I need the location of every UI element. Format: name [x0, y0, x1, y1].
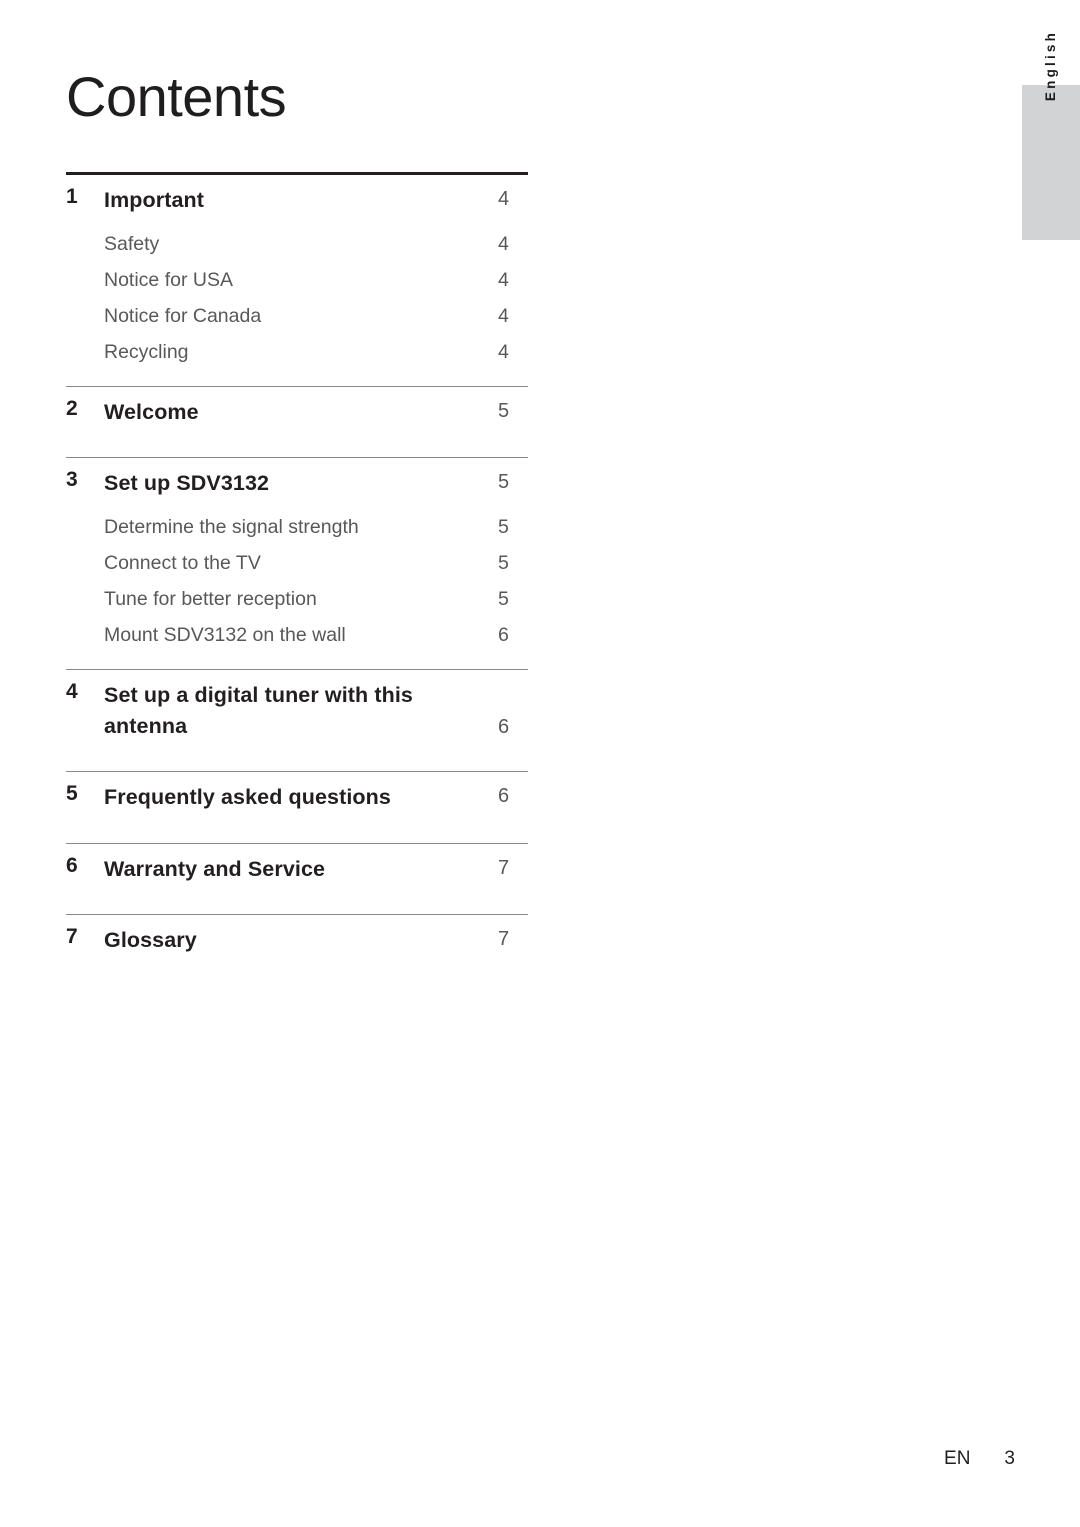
toc-subitem-page: 5	[498, 551, 509, 574]
toc-section-page: 7	[498, 856, 510, 879]
toc-subitem-row[interactable]: Tune for better reception 5	[66, 581, 528, 617]
toc-section-title: Frequently asked questions	[104, 785, 391, 810]
language-tab-label: English	[1043, 29, 1058, 102]
toc-section-page: 5	[498, 399, 510, 422]
toc-subitem-page: 5	[498, 588, 509, 611]
toc-section-page: 6	[498, 785, 510, 808]
toc-section-row[interactable]: 2 Welcome 5	[66, 387, 528, 438]
toc-subitem-list: Determine the signal strength 5 Connect to…	[66, 509, 528, 669]
toc-section-page: 6	[498, 715, 510, 738]
toc-subitem-title: Notice for Canada	[104, 304, 262, 327]
toc-section-number: 1	[66, 185, 78, 208]
toc-section-title: Important	[104, 188, 205, 212]
toc-subitem-row[interactable]: Safety 4	[66, 226, 528, 262]
table-of-contents: 1 Important 4 Safety 4 Notice for USA 4 Notice …	[66, 172, 528, 986]
toc-subitem-title: Determine the signal strength	[104, 515, 359, 538]
toc-subitem-title: Tune for better reception	[104, 588, 317, 611]
toc-subitem-row[interactable]: Determine the signal strength 5	[66, 509, 528, 545]
toc-section-row[interactable]: 1 Important 4	[66, 175, 528, 226]
page-title: Contents	[66, 65, 287, 128]
toc-subitem-row[interactable]: Notice for Canada 4	[66, 298, 528, 334]
toc-subitem-row[interactable]: Notice for USA 4	[66, 262, 528, 298]
toc-section-title: Set up SDV3132	[104, 471, 270, 496]
toc-section-row[interactable]: 7 Glossary 7	[66, 915, 528, 966]
toc-subitem-page: 4	[498, 232, 509, 255]
toc-section-page: 7	[498, 928, 510, 951]
toc-section-page: 4	[498, 188, 510, 210]
toc-section-number: 5	[66, 782, 78, 806]
page-footer: EN 3	[0, 1448, 1015, 1470]
toc-section-number: 6	[66, 853, 78, 877]
toc-subitem-page: 4	[498, 340, 509, 363]
toc-subitem-title: Mount SDV3132 on the wall	[104, 624, 346, 647]
toc-section-row[interactable]: 3 Set up SDV3132 5	[66, 458, 528, 509]
toc-section-group: 1 Important 4 Safety 4 Notice for USA 4 Notice …	[66, 175, 528, 386]
toc-subitem-row[interactable]: Connect to the TV 5	[66, 545, 528, 581]
toc-subitem-page: 4	[498, 268, 509, 291]
toc-section-group: 5 Frequently asked questions 6	[66, 772, 528, 843]
toc-section-group: 3 Set up SDV3132 5 Determine the signal str…	[66, 458, 528, 669]
toc-section-title: Warranty and Service	[104, 856, 326, 881]
toc-subitem-page: 6	[498, 624, 509, 647]
toc-section-group: 7 Glossary 7	[66, 915, 528, 986]
toc-section-row[interactable]: 6 Warranty and Service 7	[66, 844, 528, 895]
language-tab: English	[1022, 30, 1080, 240]
toc-section-number: 2	[66, 396, 78, 420]
toc-section-page: 5	[498, 471, 510, 494]
toc-subitem-title: Recycling	[104, 340, 189, 363]
toc-subitem-title: Safety	[104, 232, 160, 255]
toc-section-number: 3	[66, 468, 78, 492]
toc-subitem-row[interactable]: Mount SDV3132 on the wall 6	[66, 617, 528, 653]
toc-subitem-list: Safety 4 Notice for USA 4 Notice for Canada 4…	[66, 226, 528, 386]
toc-section-group: 2 Welcome 5	[66, 387, 528, 458]
footer-page-number: 3	[1004, 1448, 1015, 1469]
toc-subitem-page: 4	[498, 304, 509, 327]
footer-locale: EN	[944, 1448, 971, 1469]
toc-subitem-page: 5	[498, 515, 509, 538]
toc-section-number: 4	[66, 680, 78, 704]
toc-section-row[interactable]: 5 Frequently asked questions 6	[66, 772, 528, 823]
toc-section-number: 7	[66, 925, 78, 949]
toc-section-row[interactable]: 4 Set up a digital tuner with this antenn…	[66, 670, 528, 751]
toc-subitem-title: Connect to the TV	[104, 551, 261, 574]
toc-section-group: 4 Set up a digital tuner with this antenn…	[66, 670, 528, 771]
toc-section-group: 6 Warranty and Service 7	[66, 844, 528, 915]
toc-subitem-row[interactable]: Recycling 4	[66, 334, 528, 370]
toc-subitem-title: Notice for USA	[104, 268, 233, 291]
toc-section-title: Glossary	[104, 928, 197, 953]
toc-section-title: Set up a digital tuner with this antenna	[104, 683, 413, 738]
toc-section-title: Welcome	[104, 399, 199, 424]
